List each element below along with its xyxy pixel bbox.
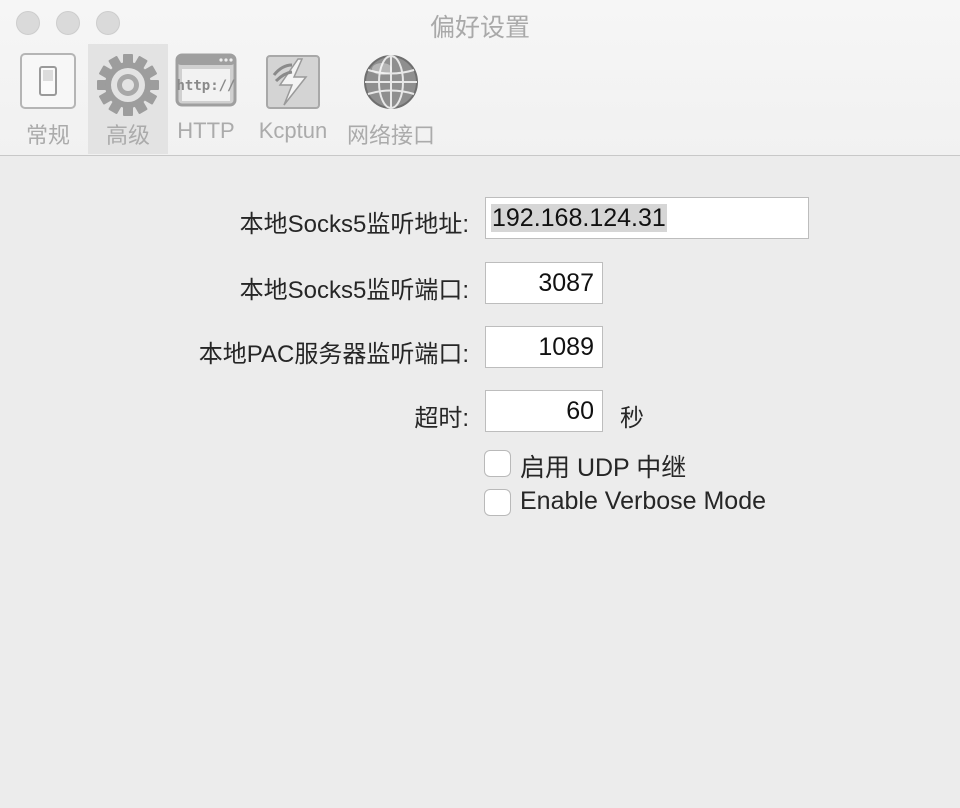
http-icon: http:// [175, 53, 237, 114]
tab-network-interface[interactable]: 网络接口 [344, 44, 438, 154]
tab-http-label: HTTP [177, 118, 235, 143]
tab-kcptun-label: Kcptun [258, 118, 328, 143]
udp-relay-checkbox[interactable] [484, 450, 511, 477]
timeout-field[interactable]: 60 [485, 390, 603, 432]
socks5-port-field[interactable]: 3087 [485, 262, 603, 304]
tab-network-interface-label: 网络接口 [346, 123, 435, 148]
kcptun-icon [264, 53, 322, 116]
tab-general[interactable]: 常规 [10, 44, 86, 154]
verbose-mode-label[interactable]: Enable Verbose Mode [520, 487, 766, 516]
svg-text:http://: http:// [176, 78, 235, 94]
pac-port-label: 本地PAC服务器监听端口: [198, 341, 469, 368]
tab-general-label: 常规 [25, 123, 70, 148]
socks5-port-label: 本地Socks5监听端口: [239, 277, 469, 304]
timeout-label: 超时: [414, 405, 469, 432]
pac-port-field[interactable]: 1089 [485, 326, 603, 368]
timeout-unit: 秒 [620, 405, 644, 432]
verbose-mode-checkbox[interactable] [484, 489, 511, 516]
globe-icon [362, 53, 420, 116]
switch-icon [20, 53, 76, 114]
gear-icon [96, 53, 160, 122]
tab-advanced[interactable]: 高级 [88, 44, 168, 154]
window-title: 偏好设置 [429, 14, 530, 42]
udp-relay-label[interactable]: 启用 UDP 中继 [520, 448, 686, 484]
titlebar: 偏好设置 常规 高级 http:// HTTP Kcptun 网络接口 [0, 0, 960, 156]
preferences-window: 偏好设置 常规 高级 http:// HTTP Kcptun 网络接口 本地So… [0, 0, 960, 808]
tab-kcptun[interactable]: Kcptun [250, 44, 336, 154]
socks5-address-field[interactable]: 192.168.124.31 [485, 197, 809, 239]
socks5-address-label: 本地Socks5监听地址: [239, 211, 469, 238]
socks5-address-value: 192.168.124.31 [491, 204, 667, 232]
tab-advanced-label: 高级 [105, 123, 150, 148]
tab-http[interactable]: http:// HTTP [170, 44, 242, 154]
